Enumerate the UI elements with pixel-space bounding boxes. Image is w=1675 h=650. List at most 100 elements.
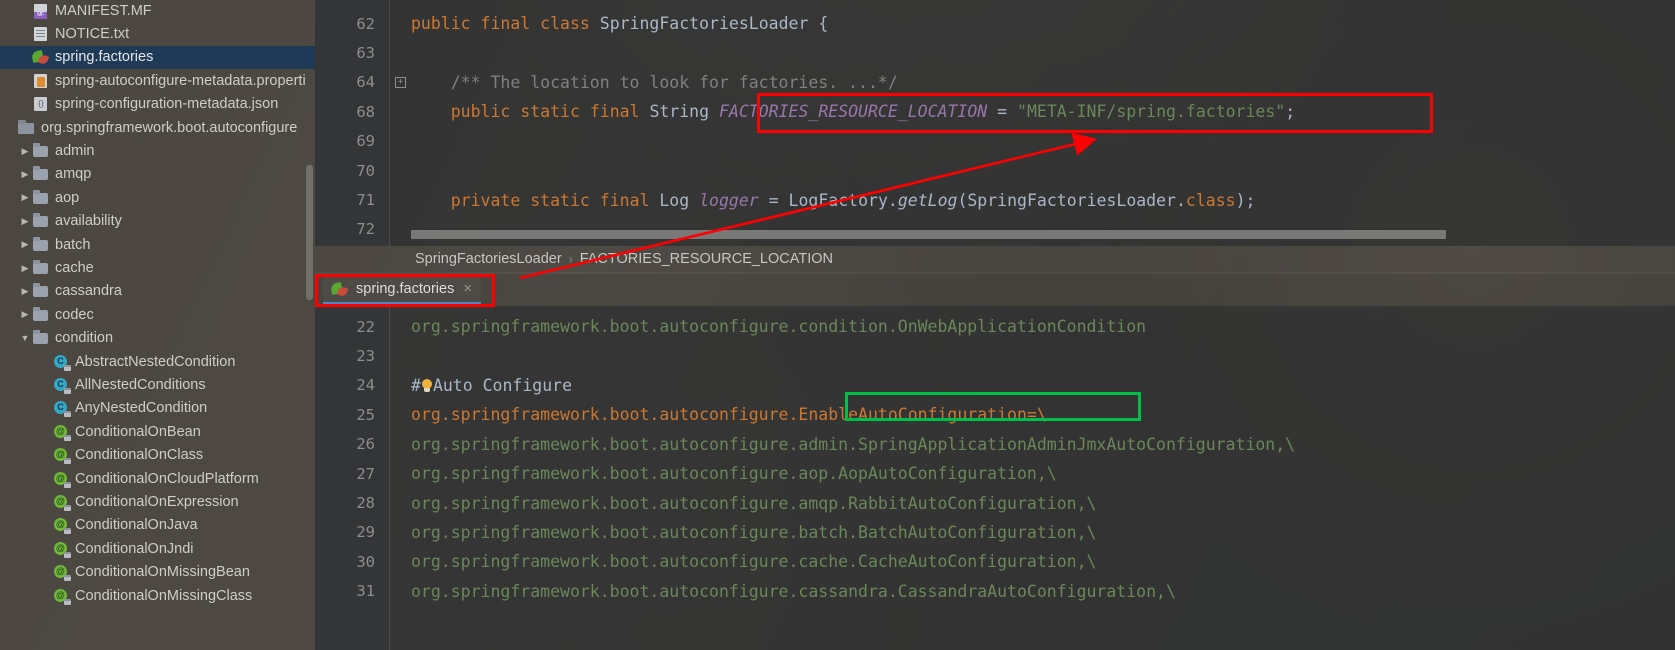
tree-item[interactable]: ▶spring-autoconfigure-metadata.properti: [0, 69, 315, 92]
chevron-right-icon[interactable]: ▶: [18, 263, 32, 273]
code-token: final: [480, 14, 541, 34]
tree-item[interactable]: ▶ConditionalOnExpression: [0, 490, 315, 513]
code-line[interactable]: 63: [315, 38, 1675, 67]
tree-item-label: ConditionalOnMissingClass: [75, 587, 253, 604]
chevron-right-icon[interactable]: ▶: [18, 310, 32, 319]
properties-file-icon: [32, 73, 50, 89]
code-token: EnableAutoConfiguration=\: [798, 405, 1047, 425]
code-token: org.springframework.boot.autoconfigure.b…: [411, 522, 1097, 542]
java-editor-pane[interactable]: 62 public final class SpringFactoriesLoad…: [315, 0, 1675, 246]
tab-spring-factories[interactable]: spring.factories ×: [323, 275, 482, 304]
chevron-right-icon[interactable]: ▶: [18, 193, 32, 202]
breadcrumb-item-class[interactable]: SpringFactoriesLoader: [415, 251, 562, 267]
tree-item[interactable]: ▶AbstractNestedCondition: [0, 350, 315, 373]
tree-item[interactable]: ▶ConditionalOnBean: [0, 420, 315, 443]
tree-item[interactable]: ▶AnyNestedCondition: [0, 397, 315, 420]
folder-icon: [32, 213, 50, 229]
code-line[interactable]: 69: [315, 127, 1675, 156]
tree-item-label: ConditionalOnCloudPlatform: [75, 470, 259, 487]
lock-icon: [64, 528, 71, 535]
tree-item[interactable]: ▶NOTICE.txt: [0, 22, 315, 45]
chevron-right-icon[interactable]: ▶: [18, 216, 32, 226]
package-icon: [18, 119, 36, 136]
code-line[interactable]: 31 org.springframework.boot.autoconfigure…: [315, 577, 1675, 606]
tree-item[interactable]: ▶ConditionalOnJava: [0, 514, 315, 537]
code-line[interactable]: 28 org.springframework.boot.autoconfigure…: [315, 488, 1675, 517]
horizontal-scrollbar-top[interactable]: [411, 230, 1446, 239]
code-line[interactable]: 71 private static final Log logger = Log…: [315, 185, 1675, 214]
line-number: 31: [356, 582, 375, 601]
tree-item[interactable]: ▶ amqp: [0, 163, 315, 186]
ide-window: 62 public final class SpringFactoriesLoad…: [0, 0, 1675, 650]
code-line[interactable]: 22 org.springframework.boot.autoconfigure…: [315, 312, 1675, 341]
code-line[interactable]: 27 org.springframework.boot.autoconfigure…: [315, 459, 1675, 488]
code-line[interactable]: 23: [315, 341, 1675, 370]
breadcrumb-separator-icon: ›: [568, 252, 573, 266]
code-token: {: [818, 14, 829, 34]
sidebar-scrollbar[interactable]: [306, 165, 313, 300]
tree-item[interactable]: ▶ cassandra: [0, 280, 315, 303]
breadcrumb-item-field[interactable]: FACTORIES_RESOURCE_LOCATION: [580, 251, 833, 267]
chevron-down-icon[interactable]: ▼: [18, 333, 32, 343]
tree-item[interactable]: ▶ batch: [0, 233, 315, 256]
java-annotation-icon: [52, 471, 71, 488]
folder-icon: [32, 330, 50, 346]
tree-item[interactable]: ▶AllNestedConditions: [0, 373, 315, 396]
code-token: );: [1235, 190, 1256, 210]
tree-item[interactable]: ▶ cache: [0, 256, 315, 279]
tree-item[interactable]: ▶ConditionalOnMissingBean: [0, 561, 315, 584]
breadcrumb[interactable]: SpringFactoriesLoader › FACTORIES_RESOUR…: [315, 246, 1675, 272]
lock-icon: [64, 411, 71, 418]
code-line[interactable]: 70: [315, 156, 1675, 185]
code-line[interactable]: 24 # Auto Configure: [315, 371, 1675, 400]
tree-item-label: ConditionalOnBean: [75, 423, 201, 440]
tree-item[interactable]: ▶ConditionalOnClass: [0, 444, 315, 467]
lock-icon: [64, 505, 71, 512]
text-file-icon: [32, 26, 50, 42]
line-number: 70: [356, 161, 375, 180]
java-annotation-icon: [52, 517, 71, 535]
code-token: public: [411, 102, 521, 122]
close-icon[interactable]: ×: [463, 280, 472, 297]
code-token: getLog: [897, 190, 958, 210]
code-line[interactable]: 29 org.springframework.boot.autoconfigure…: [315, 518, 1675, 547]
code-token: class: [1185, 190, 1236, 210]
tree-item[interactable]: ▶ aop: [0, 186, 315, 209]
chevron-right-icon[interactable]: ▶: [18, 169, 32, 179]
tree-item[interactable]: ▶ConditionalOnCloudPlatform: [0, 467, 315, 490]
tree-item[interactable]: ▼ condition: [0, 327, 315, 350]
chevron-right-icon[interactable]: ▶: [18, 286, 32, 296]
tree-item[interactable]: ▶spring.factories: [0, 45, 315, 70]
code-token: FACTORIES_RESOURCE_LOCATION: [718, 102, 988, 122]
tree-item[interactable]: ▶ availability: [0, 210, 315, 233]
json-file-icon: [32, 96, 50, 112]
tree-item[interactable]: ▶ admin: [0, 139, 315, 162]
code-line[interactable]: 26 org.springframework.boot.autoconfigure…: [315, 430, 1675, 459]
code-line[interactable]: 25 org.springframework.boot.autoconfigure…: [315, 400, 1675, 429]
properties-editor-pane[interactable]: 22 org.springframework.boot.autoconfigure…: [315, 306, 1675, 650]
code-text: org.springframework.boot.autoconfigure.E…: [411, 405, 1047, 424]
tree-item[interactable]: ▶ConditionalOnJndi: [0, 537, 315, 560]
code-line[interactable]: 30 org.springframework.boot.autoconfigure…: [315, 547, 1675, 576]
chevron-right-icon[interactable]: ▶: [18, 240, 32, 249]
tree-item[interactable]: ▶spring-configuration-metadata.json: [0, 93, 315, 116]
tree-item[interactable]: ▶MANIFEST.MF: [0, 0, 315, 22]
code-token: ;: [1285, 102, 1296, 122]
chevron-right-icon[interactable]: ▶: [18, 146, 32, 156]
code-line[interactable]: 68 public static final String FACTORIES_…: [315, 97, 1675, 126]
code-text: org.springframework.boot.autoconfigure.a…: [411, 464, 1057, 483]
tree-item[interactable]: ▶ codec: [0, 303, 315, 326]
tree-item-label: ConditionalOnClass: [75, 447, 204, 464]
code-token: SpringFactoriesLoader: [599, 14, 819, 34]
code-text: public static final String FACTORIES_RES…: [411, 102, 1295, 121]
code-token: org.springframework.boot.autoconfigure.c…: [411, 581, 1176, 601]
tree-item[interactable]: ▶org.springframework.boot.autoconfigure: [0, 116, 315, 139]
code-fold-toggle-icon[interactable]: +: [395, 76, 406, 88]
project-tree-sidebar[interactable]: ▶MANIFEST.MF▶NOTICE.txt▶spring.factories…: [0, 0, 315, 650]
lightbulb-icon[interactable]: [421, 378, 433, 394]
tree-item[interactable]: ▶ConditionalOnMissingClass: [0, 584, 315, 607]
code-line[interactable]: 62 public final class SpringFactoriesLoad…: [315, 9, 1675, 38]
code-line[interactable]: 64 + /** The location to look for factori…: [315, 68, 1675, 97]
code-token: =: [987, 102, 1018, 122]
code-token: LogFactory.: [788, 190, 898, 210]
